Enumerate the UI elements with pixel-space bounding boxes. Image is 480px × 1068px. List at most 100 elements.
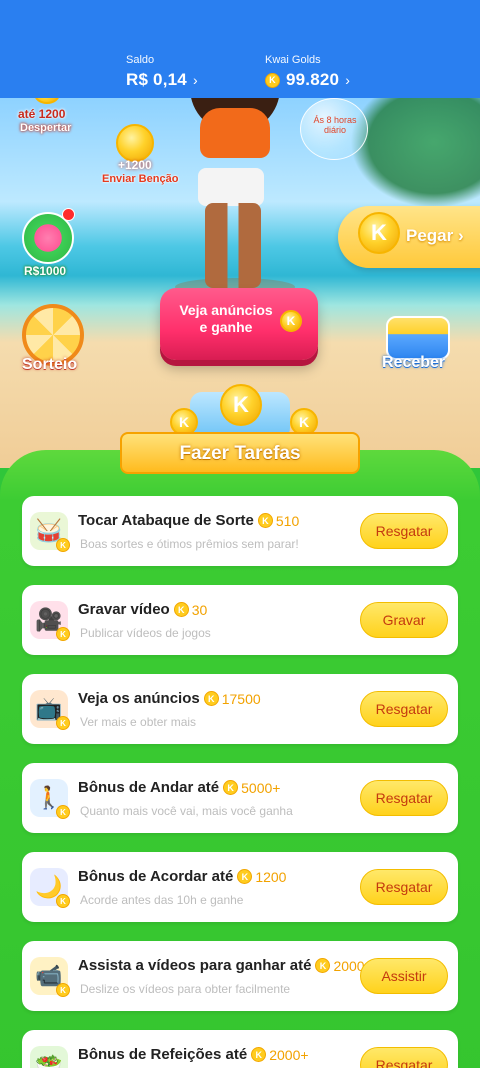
task-title: Bônus de Refeições até [78, 1046, 248, 1063]
task-action-button[interactable]: Gravar [360, 602, 448, 638]
task-action-button[interactable]: Resgatar [360, 1047, 448, 1068]
task-card[interactable]: 🥁 K Tocar Atabaque de Sorte K 510 Boas sortes… [22, 496, 458, 566]
k-coin-icon: K [237, 869, 253, 884]
task-title-row: Tocar Atabaque de Sorte K 510 [78, 512, 299, 529]
task-reward: K 510 [257, 512, 300, 529]
receber-label: Receber [382, 354, 446, 371]
watch-ads-button[interactable]: Veja anúncios e ganhe K [160, 288, 318, 360]
task-reward: K 2000+ [251, 1046, 309, 1063]
character-legs [205, 203, 261, 288]
despertar-widget[interactable]: até 1200 Despertar [14, 98, 84, 138]
bencao-amount: +1200 [118, 158, 152, 172]
notification-dot [62, 208, 75, 221]
task-title: Bônus de Andar até [78, 779, 220, 796]
coin-stack-icon [34, 98, 60, 104]
enviar-bencao-widget[interactable]: +1200 Enviar Benção [100, 124, 180, 188]
task-action-button[interactable]: Resgatar [360, 513, 448, 549]
despertar-amount: até 1200 [18, 107, 66, 121]
bubble-widget[interactable]: Ás 8 horas diário [300, 98, 368, 160]
task-reward: K 30 [173, 601, 208, 618]
task-subtitle: Ver mais e obter mais [80, 715, 197, 729]
tasks-title: Fazer Tarefas [179, 443, 301, 464]
walking-person-icon: 🚶 K [30, 779, 70, 819]
chevron-right-icon: › [457, 226, 464, 245]
task-reward-value: 510 [275, 512, 300, 529]
bencao-label: Enviar Benção [102, 173, 179, 185]
money-label: R$1000 [24, 264, 67, 278]
receber-widget[interactable]: Receber [380, 312, 460, 382]
tasks-title-banner: Fazer Tarefas [120, 432, 360, 474]
task-reward: K 5000+ [223, 780, 280, 796]
k-coin-icon: K [56, 627, 70, 641]
saldo-value: R$ 0,14 [126, 70, 187, 89]
k-coin-icon: K [358, 212, 400, 254]
task-card[interactable]: 🚶 K Bônus de Andar até K 5000+ Quanto mais vo… [22, 763, 458, 833]
task-subtitle: Publicar vídeos de jogos [80, 626, 211, 640]
k-coin-icon: K [223, 780, 239, 795]
task-card[interactable]: 🥗K Bônus de Refeições atéK2000+ Resgatar [22, 1030, 458, 1068]
task-reward-value: 17500 [221, 690, 261, 707]
sorteio-widget[interactable]: Sorteio [18, 304, 90, 380]
k-coin-icon: K [56, 805, 70, 819]
k-coin-icon: K [257, 513, 273, 528]
palm-tree-decoration [350, 98, 480, 208]
meal-icon: 🥗K [30, 1046, 68, 1068]
golds-label: Kwai Golds [265, 54, 321, 66]
task-title-row: Gravar vídeo K 30 [78, 601, 207, 618]
k-coin-icon: K [220, 384, 262, 426]
task-title-row: Veja os anúncios K 17500 [78, 690, 261, 707]
task-reward: K 17500 [203, 690, 261, 707]
task-title: Veja os anúncios [78, 690, 200, 707]
golds-value: 99.820 [286, 70, 340, 89]
k-coin-icon: K [56, 894, 70, 908]
k-coin-icon: K [56, 538, 70, 552]
saldo-balance[interactable]: Saldo R$ 0,14 › [126, 54, 198, 90]
task-title-row: Bônus de Andar até K 5000+ [78, 779, 280, 796]
task-subtitle: Acorde antes das 10h e ganhe [80, 893, 244, 907]
task-card[interactable]: 📺 K Veja os anúncios K 17500 Ver mais e obter… [22, 674, 458, 744]
tv-icon: 📺 K [30, 690, 70, 730]
task-reward-value: 30 [191, 601, 208, 618]
sorteio-label: Sorteio [22, 356, 78, 373]
pegar-button[interactable]: K Pegar › [338, 206, 480, 268]
k-coin-icon: K [280, 310, 302, 332]
character-top [200, 108, 270, 158]
drum-icon: 🥁 K [30, 512, 70, 552]
coin-icon [116, 124, 154, 162]
saldo-label: Saldo [126, 54, 155, 66]
k-coin-icon: K [251, 1047, 267, 1062]
task-card[interactable]: 🎥 K Gravar vídeo K 30 Publicar vídeos de jogo… [22, 585, 458, 655]
kwai-golds-balance[interactable]: Kwai Golds K 99.820 › [265, 54, 350, 90]
task-action-button[interactable]: Resgatar [360, 691, 448, 727]
task-title-row: Bônus de Refeições até K 2000+ [78, 1046, 309, 1063]
task-action-button[interactable]: Resgatar [360, 780, 448, 816]
task-reward: K 2000 [315, 958, 365, 974]
k-coin-icon: K [265, 72, 280, 88]
task-title: Tocar Atabaque de Sorte [78, 512, 254, 529]
task-card[interactable]: 📹 K Assista a vídeos para ganhar até K 2000 D… [22, 941, 458, 1011]
top-bar: Saldo R$ 0,14 › Kwai Golds K 99.820 › [0, 0, 480, 98]
task-title-row: Bônus de Acordar até K 1200 [78, 868, 286, 885]
character-shorts [198, 168, 264, 206]
money-widget[interactable]: R$1000 [20, 206, 80, 282]
task-title: Bônus de Acordar até [78, 868, 234, 885]
camera-icon: 🎥 K [30, 601, 70, 641]
task-reward-value: 2000+ [269, 1046, 309, 1063]
k-coin-icon: K [203, 691, 219, 706]
k-coin-icon: K [56, 716, 70, 730]
moon-icon: 🌙 K [30, 868, 70, 908]
task-subtitle: Deslize os vídeos para obter facilmente [80, 982, 291, 996]
task-card[interactable]: 🌙 K Bônus de Acordar até K 1200 Acorde antes … [22, 852, 458, 922]
task-subtitle: Quanto mais você vai, mais você ganha [80, 804, 293, 818]
k-coin-icon: K [56, 983, 70, 997]
pegar-label: Pegar [406, 226, 454, 245]
bubble-text: Ás 8 horas diário [313, 115, 357, 135]
video-camera-icon: 📹 K [30, 957, 70, 997]
k-coin-icon: K [173, 602, 189, 617]
chevron-right-icon: › [192, 72, 198, 88]
task-action-button[interactable]: Assistir [360, 958, 448, 994]
k-coin-icon: K [315, 958, 331, 973]
task-subtitle: Boas sortes e ótimos prêmios sem parar! [80, 537, 299, 551]
task-action-button[interactable]: Resgatar [360, 869, 448, 905]
task-reward: K 1200 [237, 869, 286, 885]
